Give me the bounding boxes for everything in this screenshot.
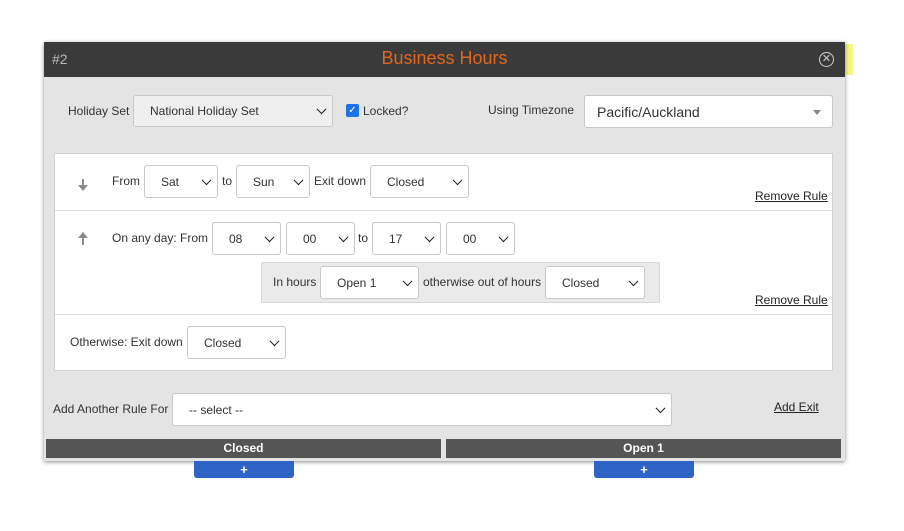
dropdown-arrow-icon <box>813 109 821 115</box>
timezone-select[interactable]: Pacific/Auckland <box>584 95 833 128</box>
add-rule-label: Add Another Rule For <box>53 402 169 416</box>
rule-to-hour-select[interactable]: 17 <box>372 222 441 255</box>
rule-divider <box>55 314 832 315</box>
chevron-down-icon <box>424 231 435 242</box>
exit-closed[interactable]: Closed <box>46 439 441 458</box>
rule-divider <box>55 210 832 211</box>
chevron-down-icon <box>316 104 327 115</box>
chevron-down-icon <box>452 174 463 185</box>
rule-to-day-select[interactable]: Sun <box>236 165 310 198</box>
chevron-down-icon <box>293 174 304 185</box>
add-rule-select[interactable]: -- select -- <box>172 393 672 426</box>
add-connection-button[interactable]: + <box>194 461 294 478</box>
timezone-label: Using Timezone <box>488 103 575 117</box>
rule-from-label: From <box>112 174 140 188</box>
chevron-down-icon <box>201 174 212 185</box>
out-of-hours-select[interactable]: Closed <box>545 266 645 299</box>
chevron-down-icon <box>338 231 349 242</box>
rule-exit-select[interactable]: Closed <box>370 165 469 198</box>
otherwise-label: Otherwise: Exit down <box>70 335 183 349</box>
rule-from-day-select[interactable]: Sat <box>144 165 218 198</box>
chevron-down-icon <box>655 402 666 413</box>
locked-label: Locked? <box>363 104 409 118</box>
otherwise-exit-select[interactable]: Closed <box>187 326 286 359</box>
out-of-hours-label: otherwise out of hours <box>423 275 542 289</box>
rule-to-minute-select[interactable]: 00 <box>446 222 515 255</box>
chevron-down-icon <box>269 335 280 346</box>
chevron-down-icon <box>628 275 639 286</box>
rule-from-minute-select[interactable]: 00 <box>286 222 355 255</box>
business-hours-node: #2 Business Hours ✕ Holiday Set National… <box>44 42 845 461</box>
rules-panel: From Sat to Sun Exit down Closed Remove … <box>54 153 833 371</box>
node-titlebar[interactable]: #2 Business Hours ✕ <box>44 42 845 77</box>
rule-exit-label: Exit down <box>314 174 367 188</box>
in-hours-group: In hours Open 1 otherwise out of hours C… <box>261 262 660 303</box>
node-connector-tab <box>845 44 853 75</box>
rule-from-hour-select[interactable]: 08 <box>212 222 281 255</box>
remove-rule-link[interactable]: Remove Rule <box>755 189 828 203</box>
node-title: Business Hours <box>381 48 508 68</box>
chevron-down-icon <box>264 231 275 242</box>
checkmark-icon: ✓ <box>348 105 357 116</box>
exit-open-1[interactable]: Open 1 <box>446 439 841 458</box>
rule-prefix-label: On any day: From <box>112 231 209 245</box>
rule-to-label: to <box>358 231 369 245</box>
move-up-icon[interactable] <box>78 232 88 245</box>
add-connection-button[interactable]: + <box>594 461 694 478</box>
in-hours-label: In hours <box>273 275 317 289</box>
holiday-set-select[interactable]: National Holiday Set <box>133 95 333 127</box>
plus-icon: + <box>240 462 248 477</box>
move-down-icon[interactable] <box>78 179 88 191</box>
remove-rule-link[interactable]: Remove Rule <box>755 293 828 307</box>
close-icon[interactable]: ✕ <box>819 52 834 67</box>
rule-to-label: to <box>222 174 233 188</box>
add-exit-link[interactable]: Add Exit <box>774 400 819 414</box>
chevron-down-icon <box>402 275 413 286</box>
holiday-set-label: Holiday Set <box>68 104 130 118</box>
chevron-down-icon <box>498 231 509 242</box>
plus-icon: + <box>640 462 648 477</box>
locked-checkbox[interactable]: ✓ <box>346 104 359 117</box>
in-hours-select[interactable]: Open 1 <box>320 266 419 299</box>
